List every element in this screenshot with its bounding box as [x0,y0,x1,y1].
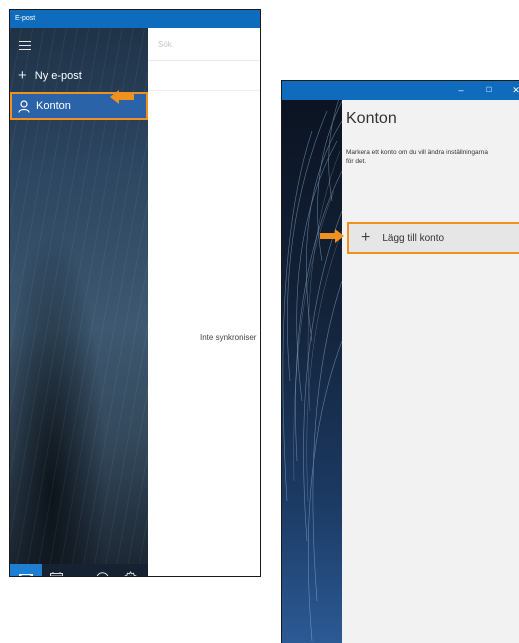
smiley-icon[interactable] [96,572,109,577]
gear-icon[interactable] [123,571,138,577]
panel-description: Markera ett konto om du vill ändra instä… [346,148,519,166]
arrow-icon [110,90,134,104]
title-bar: – ☐ ✕ [342,81,519,100]
calendar-icon[interactable] [50,572,63,577]
background-image [282,81,342,643]
minimize-button[interactable]: – [449,81,473,100]
add-account-label: Lägg till konto [382,232,445,244]
mail-window: E-post + Ny e-post Konton Sök Inte synkr… [9,9,261,577]
sync-status-text: Inte synkroniser [200,333,257,342]
arrow-icon [320,229,344,243]
star-trails-image [282,90,342,642]
add-account-button[interactable]: + Lägg till konto [347,222,519,254]
plus-icon: + [361,229,371,246]
sidebar: + Ny e-post Konton [10,28,148,576]
new-mail-label: Ny e-post [34,69,82,82]
window-title: E-post [10,10,260,28]
person-icon [18,99,30,113]
maximize-button[interactable]: ☐ [477,81,501,100]
mail-icon [19,574,33,576]
panel-title: Konton [346,110,397,127]
accounts-label: Konton [36,100,71,112]
divider [148,90,260,91]
message-list-pane: Inte synkroniser [148,28,260,576]
hamburger-icon[interactable] [19,41,31,50]
new-mail-button[interactable]: + Ny e-post [18,68,82,83]
title-bar-left [282,81,342,100]
bottom-nav [10,564,148,577]
search-box [148,28,260,61]
settings-window: – ☐ ✕ Konton Markera ett konto om du vil… [281,80,519,643]
search-input[interactable] [158,40,253,49]
description-line-2: för det. [346,158,367,165]
close-button[interactable]: ✕ [504,81,519,100]
plus-icon: + [18,67,27,84]
description-line-1: Markera ett konto om du vill ändra instä… [346,149,488,156]
mail-nav-button[interactable] [10,564,42,576]
accounts-panel: Konton Markera ett konto om du vill ändr… [342,100,519,643]
